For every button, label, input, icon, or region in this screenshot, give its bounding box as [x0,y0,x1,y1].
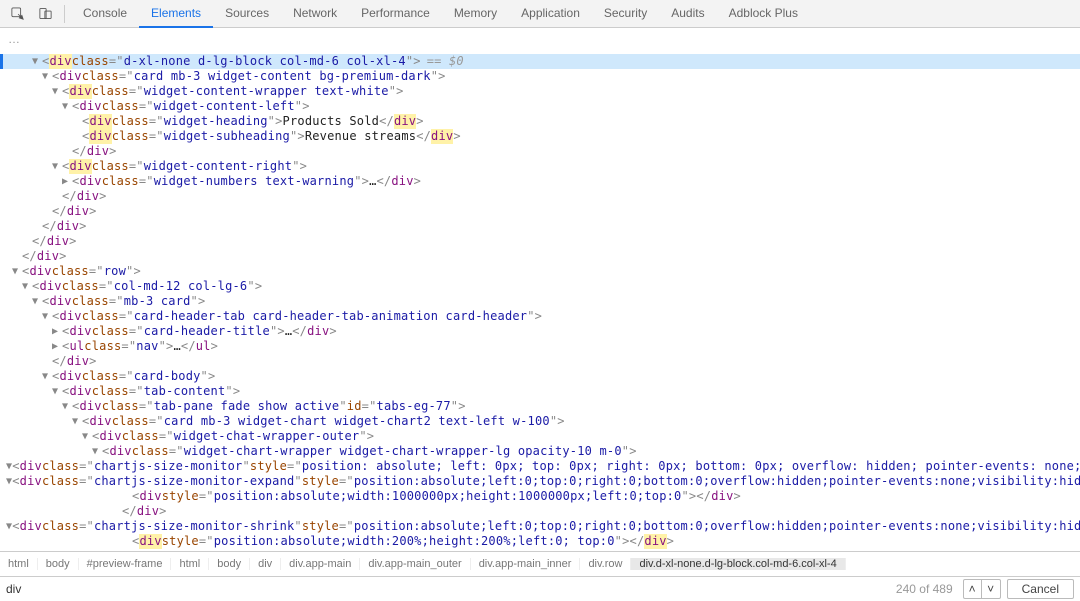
dom-tree-line[interactable]: ▼<div class="widget-chat-wrapper-outer"> [6,429,1080,444]
expand-arrow-icon[interactable]: ▶ [52,339,62,354]
find-match-count: 240 of 489 [896,582,953,596]
expand-arrow-icon[interactable]: ▼ [42,309,52,324]
dom-tree-line[interactable]: </div> [6,504,1080,519]
dom-tree-line[interactable]: </div> [6,354,1080,369]
find-next-button[interactable]: ˅ [982,580,1000,598]
panel-tab-audits[interactable]: Audits [659,0,716,28]
breadcrumb-item[interactable]: html [0,558,38,570]
expand-arrow-icon[interactable]: ▼ [92,444,102,459]
expand-arrow-icon[interactable]: ▼ [52,84,62,99]
breadcrumb-item[interactable]: body [209,558,250,570]
inspect-element-icon[interactable] [4,1,30,27]
breadcrumb-item[interactable]: body [38,558,79,570]
breadcrumb-item[interactable]: div [250,558,281,570]
dom-tree-line[interactable]: ▶<div class="widget-numbers text-warning… [6,174,1080,189]
panel-tab-security[interactable]: Security [592,0,659,28]
breadcrumb-item[interactable]: div.app-main_inner [471,558,581,570]
panel-tab-performance[interactable]: Performance [349,0,442,28]
dom-tree-line[interactable]: </div> [6,249,1080,264]
dom-tree-line[interactable]: ▼<div class="widget-content-left"> [6,99,1080,114]
panel-tab-adblock-plus[interactable]: Adblock Plus [717,0,810,28]
dom-tree-line[interactable]: <div class="widget-subheading">Revenue s… [6,129,1080,144]
panel-tab-console[interactable]: Console [71,0,139,28]
expand-arrow-icon[interactable]: ▼ [42,369,52,384]
dom-tree-line[interactable]: ▼<div class="widget-chart-wrapper widget… [6,444,1080,459]
expand-arrow-icon[interactable]: ▼ [72,414,82,429]
elements-panel: ▼<div class="d-xl-none d-lg-block col-md… [0,50,1080,551]
dom-tree-line[interactable]: ▼<div class="tab-pane fade show active" … [6,399,1080,414]
dom-tree-line[interactable]: ▼<div class="chartjs-size-monitor-expand… [6,474,1080,489]
dom-tree-line[interactable]: <div style="position:absolute;width:1000… [6,489,1080,504]
panel-tab-sources[interactable]: Sources [213,0,281,28]
expand-arrow-icon[interactable]: ▼ [22,279,32,294]
dom-tree-line[interactable]: ▼<div class="mb-3 card"> [6,294,1080,309]
expand-arrow-icon[interactable]: ▼ [62,99,72,114]
device-toolbar-icon[interactable] [32,1,58,27]
dom-tree-line[interactable]: </div> [6,219,1080,234]
dom-tree-line[interactable]: <div style="position:absolute;width:200%… [6,534,1080,549]
breadcrumb-item[interactable]: div.app-main [281,558,360,570]
breadcrumb-item[interactable]: html [171,558,209,570]
selected-node-marker: == $0 [427,54,464,69]
panel-tab-elements[interactable]: Elements [139,0,213,28]
dom-tree-line[interactable]: </div> [6,234,1080,249]
dom-tree[interactable]: ▼<div class="d-xl-none d-lg-block col-md… [0,50,1080,551]
find-bar: 240 of 489 ˄ ˅ Cancel [0,576,1080,601]
dom-tree-line[interactable]: ▼<div class="chartjs-size-monitor-shrink… [6,519,1080,534]
dom-tree-line[interactable]: </div> [6,189,1080,204]
dom-tree-line[interactable]: ▼<div class="card-header-tab card-header… [6,309,1080,324]
dom-tree-line[interactable]: ▼<div class="card mb-3 widget-chart widg… [6,414,1080,429]
expand-arrow-icon[interactable]: ▼ [32,294,42,309]
dom-tree-line[interactable]: ▶<ul class="nav">…</ul> [6,339,1080,354]
find-cancel-button[interactable]: Cancel [1007,579,1074,599]
expand-arrow-icon[interactable]: ▼ [42,69,52,84]
expand-arrow-icon[interactable]: ▼ [32,54,42,69]
hidden-tabs-overflow[interactable]: … [0,28,1080,50]
expand-arrow-icon[interactable]: ▶ [52,324,62,339]
panel-tab-application[interactable]: Application [509,0,592,28]
breadcrumb-item[interactable]: #preview-frame [79,558,172,570]
expand-arrow-icon[interactable]: ▶ [62,174,72,189]
expand-arrow-icon[interactable]: ▼ [62,399,72,414]
find-input[interactable] [6,582,890,596]
find-prev-button[interactable]: ˄ [964,580,982,598]
panel-tabs: ConsoleElementsSourcesNetworkPerformance… [71,0,810,28]
dom-tree-line[interactable]: ▼<div class="d-xl-none d-lg-block col-md… [0,54,1080,69]
dom-tree-line[interactable]: ▶<div class="card-header-title">…</div> [6,324,1080,339]
dom-tree-line[interactable]: ▼<div class="col-md-12 col-lg-6"> [6,279,1080,294]
dom-tree-line[interactable]: ▼<div class="row"> [6,264,1080,279]
expand-arrow-icon[interactable]: ▼ [52,384,62,399]
dom-tree-line[interactable]: <div class="widget-heading">Products Sol… [6,114,1080,129]
breadcrumb-item[interactable]: div.app-main_outer [360,558,470,570]
expand-arrow-icon[interactable]: ▼ [52,159,62,174]
breadcrumb-item[interactable]: div.d-xl-none.d-lg-block.col-md-6.col-xl… [631,558,845,570]
toolbar-separator [64,5,65,23]
breadcrumb-item[interactable]: div.row [580,558,631,570]
find-stepper: ˄ ˅ [963,579,1001,599]
expand-arrow-icon[interactable]: ▼ [82,429,92,444]
breadcrumb-bar: htmlbody#preview-framehtmlbodydivdiv.app… [0,551,1080,576]
devtools-toolbar: ConsoleElementsSourcesNetworkPerformance… [0,0,1080,28]
dom-tree-line[interactable]: </div> [6,204,1080,219]
dom-tree-line[interactable]: ▼<div class="card-body"> [6,369,1080,384]
dom-tree-line[interactable]: ▼<div class="card mb-3 widget-content bg… [6,69,1080,84]
dom-tree-line[interactable]: ▼<div class="chartjs-size-monitor" style… [6,459,1080,474]
expand-arrow-icon[interactable]: ▼ [12,264,22,279]
dom-tree-line[interactable]: ▼<div class="tab-content"> [6,384,1080,399]
panel-tab-memory[interactable]: Memory [442,0,509,28]
panel-tab-network[interactable]: Network [281,0,349,28]
dom-tree-line[interactable]: ▼<div class="widget-content-wrapper text… [6,84,1080,99]
dom-tree-line[interactable]: </div> [6,144,1080,159]
dom-tree-line[interactable]: ▼<div class="widget-content-right"> [6,159,1080,174]
